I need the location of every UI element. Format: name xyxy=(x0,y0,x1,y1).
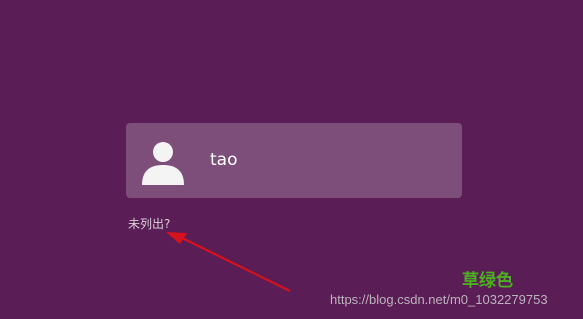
watermark-text: https://blog.csdn.net/m0_1032279753 xyxy=(330,292,548,307)
user-avatar-icon xyxy=(138,135,188,185)
username-label: tao xyxy=(210,150,238,170)
not-listed-link[interactable]: 未列出? xyxy=(128,216,170,232)
user-card[interactable]: tao xyxy=(126,123,462,198)
annotation-caption: 草绿色 xyxy=(462,271,513,291)
